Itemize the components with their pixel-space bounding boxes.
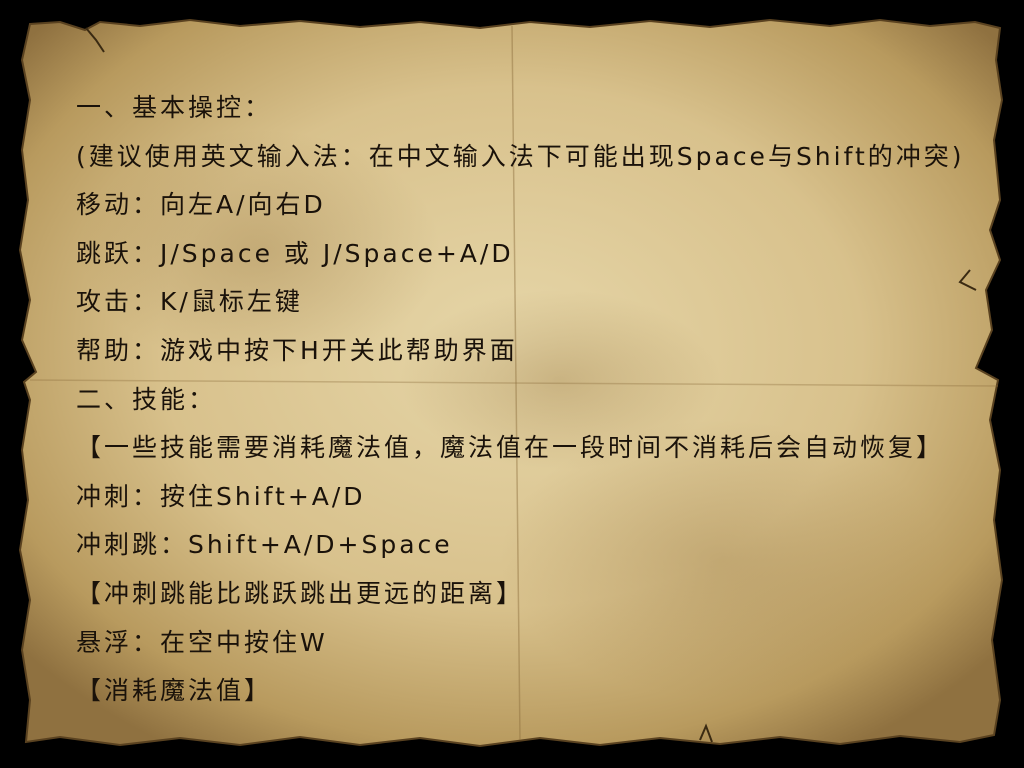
help-line-move: 移动：向左A/向右D [76, 190, 326, 220]
help-line-hover-note: 【消耗魔法值】 [76, 676, 273, 706]
help-heading-controls: 一、基本操控： [76, 93, 273, 122]
help-line-attack: 攻击：K/鼠标左键 [76, 287, 303, 317]
help-line-dash: 冲刺：按住Shift+A/D [76, 481, 366, 511]
help-heading-skills: 二、技能： [76, 384, 217, 414]
help-line-dash-jump-note: 【冲刺跳能比跳跃跳出更远的距离】 [76, 578, 525, 608]
help-screen: 一、基本操控： (建议使用英文输入法：在中文输入法下可能出现Space与Shif… [0, 0, 1024, 768]
help-line-help-toggle: 帮助：游戏中按下H开关此帮助界面 [76, 335, 518, 365]
help-line-hover: 悬浮：在空中按住W [76, 627, 328, 657]
help-line-jump: 跳跃：J/Space 或 J/Space+A/D [76, 238, 514, 268]
help-line-mana-note: 【一些技能需要消耗魔法值，魔法值在一段时间不消耗后会自动恢复】 [76, 433, 945, 463]
help-text-block: 一、基本操控： (建议使用英文输入法：在中文输入法下可能出现Space与Shif… [76, 84, 976, 716]
help-line-ime-note: (建议使用英文输入法：在中文输入法下可能出现Space与Shift的冲突) [76, 141, 965, 171]
help-line-dash-jump: 冲刺跳：Shift+A/D+Space [76, 530, 453, 560]
